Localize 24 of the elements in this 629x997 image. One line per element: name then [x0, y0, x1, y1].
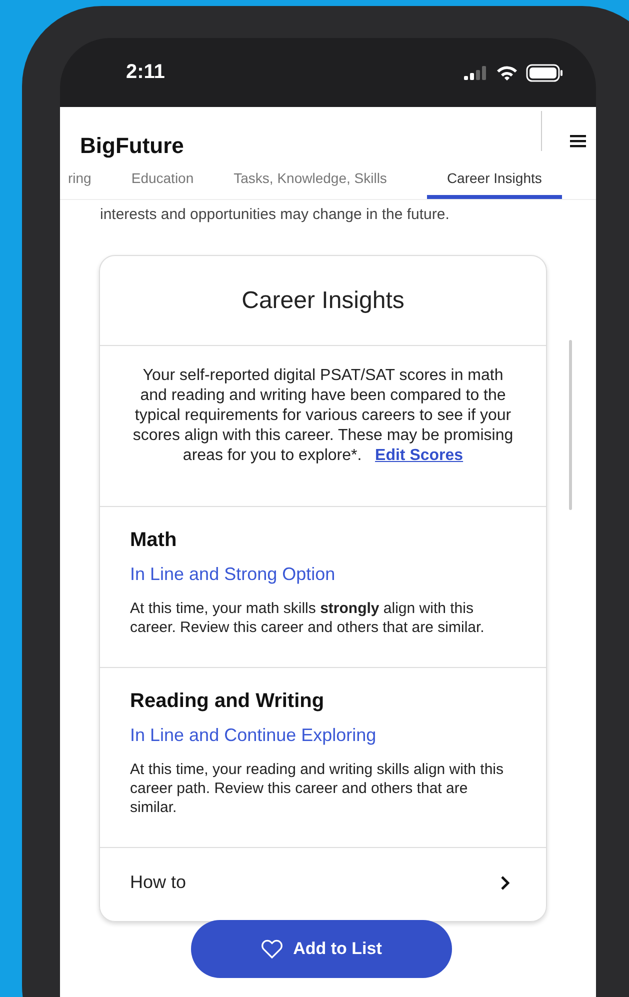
edit-scores-link[interactable]: Edit Scores [375, 447, 464, 464]
section-title: Math [130, 529, 178, 552]
menu-icon[interactable] [570, 134, 586, 148]
status-time: 2:11 [126, 61, 165, 84]
accordion-label[interactable]: How to [130, 872, 186, 893]
wifi-icon [496, 64, 518, 80]
heart-icon [261, 939, 284, 959]
tab[interactable]: ring [68, 157, 92, 199]
section-text: At this time, your math skills strongly align with this career. Review this career and others that are similar. [130, 599, 486, 637]
battery-icon [526, 64, 564, 82]
tab[interactable]: Education [131, 157, 194, 199]
section-status: In Line and Continue Exploring [130, 725, 378, 746]
section-text: At this time, your reading and writing skills align with this career path. Review this career and others that are similar. [130, 760, 504, 817]
site-logo[interactable]: BigFuture [80, 135, 184, 157]
card-description: Your self-reported digital PSAT/SAT scores in math and reading and writing have been compared to the typical requirements for various careers to see if your scores align with this career. These may be promising areas for you to explore*. Edit Scores [132, 366, 514, 466]
tab[interactable]: Career Insights [426, 157, 562, 199]
signal-icon [464, 66, 488, 80]
card-title: Career Insights [100, 256, 546, 346]
chevron-right-icon[interactable] [500, 874, 510, 890]
section-status: In Line and Strong Option [130, 564, 336, 585]
add-to-list-button[interactable]: Add to List [191, 920, 452, 978]
intro-text: interests and opportunities may change in the future. [100, 206, 450, 223]
section-title: Reading and Writing [130, 690, 326, 713]
tab[interactable]: Tasks, Knowledge, Skills [234, 157, 387, 199]
